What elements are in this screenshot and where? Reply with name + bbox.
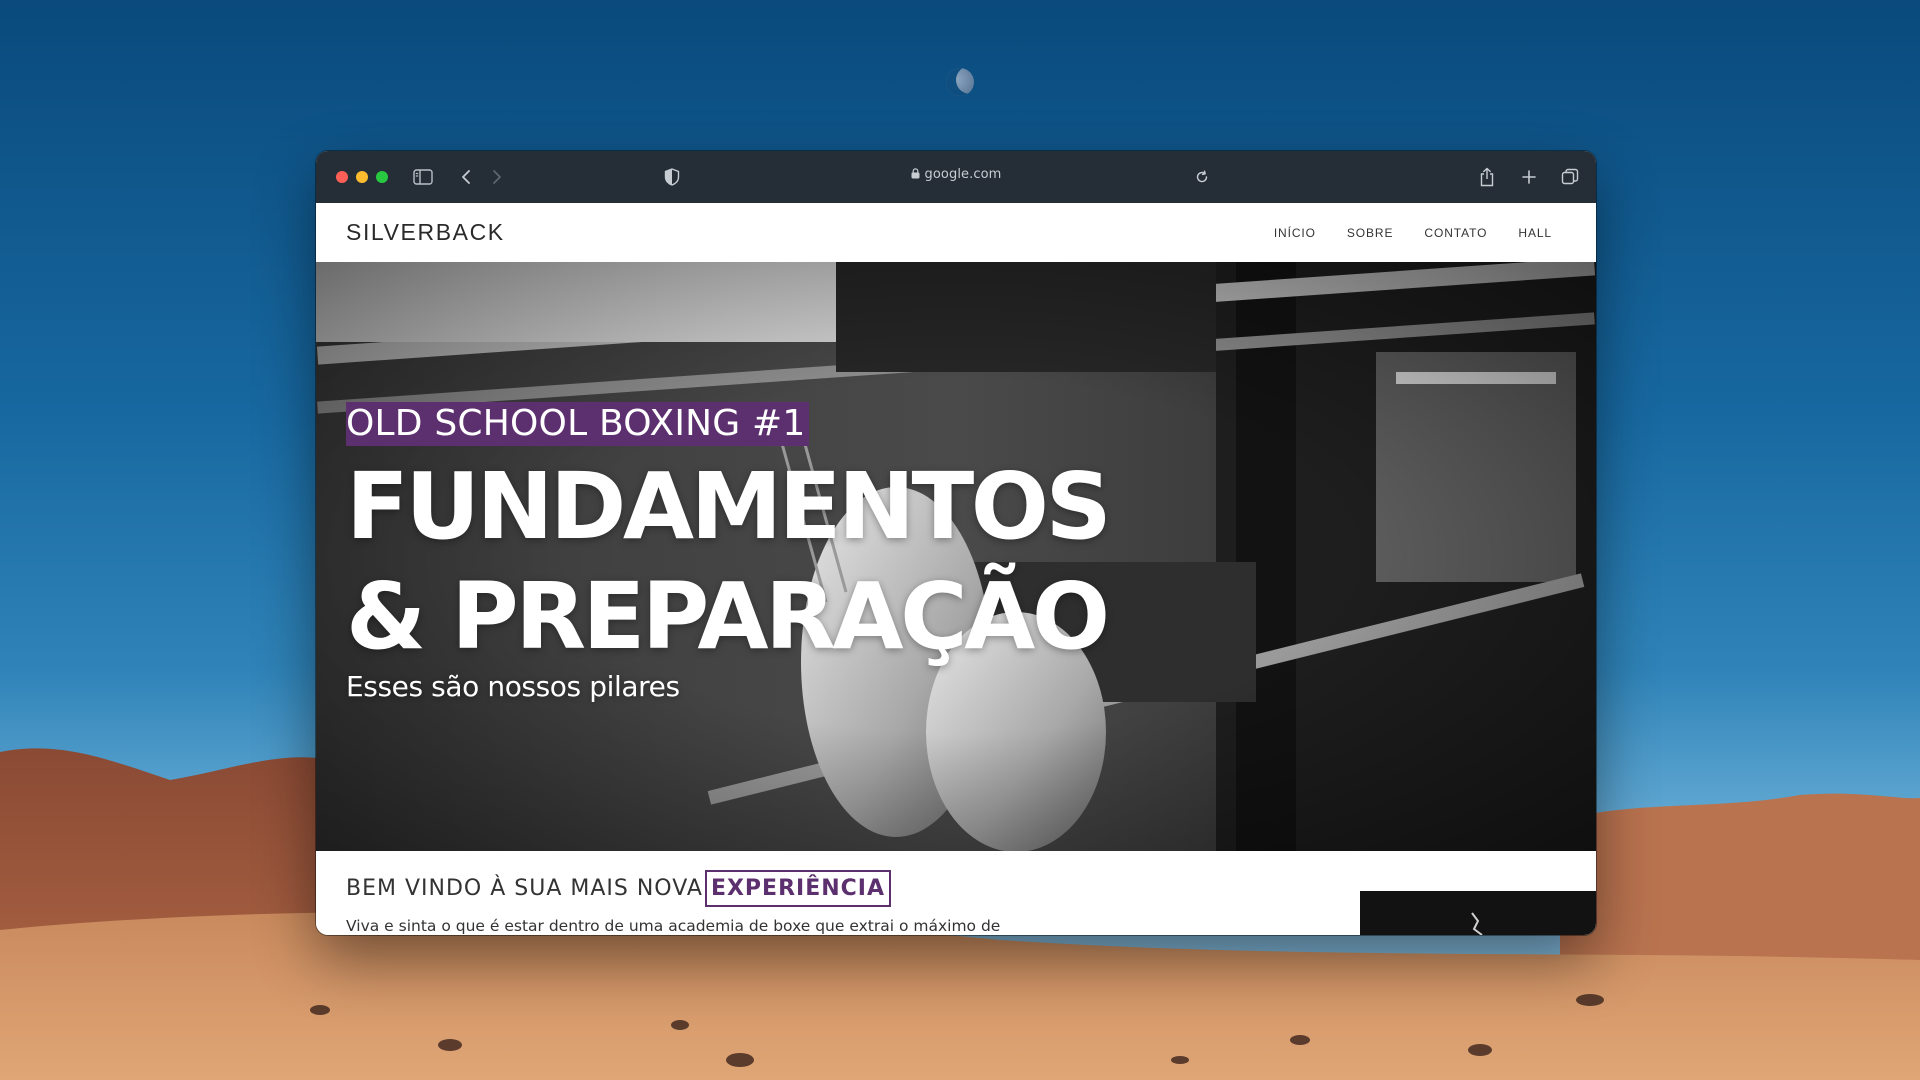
nav-inicio[interactable]: INÍCIO [1274,226,1316,240]
hero-eyebrow: OLD SCHOOL BOXING #1 [346,402,809,446]
hero-headline: FUNDAMENTOS & PREPARAÇÃO [346,452,1112,672]
site-header: SILVERBACK INÍCIO SOBRE CONTATO HALL [316,203,1596,262]
hero-banner: OLD SCHOOL BOXING #1 FUNDAMENTOS & PREPA… [316,262,1596,851]
new-tab-icon[interactable] [1518,166,1540,188]
welcome-title-text: BEM VINDO À SUA MAIS NOVA [346,876,703,901]
hero-headline-line-1: FUNDAMENTOS [346,453,1112,560]
browser-window: google.com SILVERBACK INÍCIO SOBRE CONTA… [316,151,1596,935]
share-icon[interactable] [1476,166,1498,188]
welcome-title-accent: EXPERIÊNCIA [704,870,892,907]
site-logo[interactable]: SILVERBACK [346,219,505,246]
nav-contato[interactable]: CONTATO [1424,226,1487,240]
welcome-section: BEM VINDO À SUA MAIS NOVA EXPERIÊNCIA Viv… [316,851,1596,935]
lock-icon [911,168,920,183]
desktop: google.com SILVERBACK INÍCIO SOBRE CONTA… [0,0,1920,1080]
hero-text: OLD SCHOOL BOXING #1 FUNDAMENTOS & PREPA… [346,402,1112,703]
address-bar[interactable]: google.com [316,167,1596,183]
hero-headline-line-2: & PREPARAÇÃO [346,563,1110,670]
welcome-side-image [1360,891,1596,935]
browser-toolbar: google.com [316,151,1596,203]
tab-overview-icon[interactable] [1559,166,1581,188]
site-menu: INÍCIO SOBRE CONTATO HALL [1274,226,1552,240]
nav-hall[interactable]: HALL [1518,226,1552,240]
reload-icon[interactable] [1191,166,1213,188]
url-text: google.com [924,167,1002,182]
hero-subline: Esses são nossos pilares [346,670,680,703]
nav-sobre[interactable]: SOBRE [1347,226,1394,240]
welcome-title: BEM VINDO À SUA MAIS NOVA EXPERIÊNCIA [346,870,892,907]
moon [946,68,974,96]
welcome-intro-text: Viva e sinta o que é estar dentro de uma… [346,917,1001,935]
